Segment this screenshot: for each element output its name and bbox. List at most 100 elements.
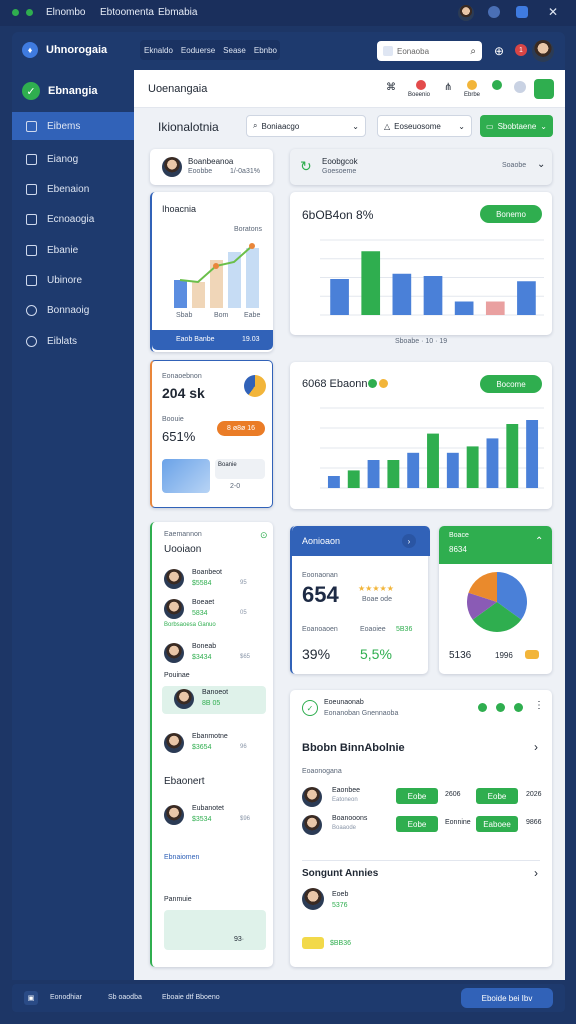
table-row[interactable]: Boanooons Boaaode Eobe Eonnine Eaboee 98… [290,812,552,838]
chart-bar[interactable] [387,460,400,488]
chevron-down-icon[interactable]: ⌄ [537,159,545,170]
bulb-icon[interactable] [467,80,477,90]
list-item-name: Boneab [192,643,217,650]
chart-bar[interactable] [506,424,519,488]
row-pill[interactable]: Eobe [396,788,438,804]
sidebar-item[interactable]: Eiblats [12,327,134,355]
chart-bar[interactable] [526,420,539,488]
alert-icon[interactable] [416,80,426,90]
row-pill[interactable]: Eobe [476,788,518,804]
list-item[interactable]: Ebanmotne $3654 96 [152,730,273,758]
nav-item[interactable]: Eknaldo [144,46,173,55]
globe-icon[interactable]: ⊕ [494,44,504,58]
window-dot-icon[interactable] [26,9,33,16]
sidebar-item[interactable]: Eianog [12,145,134,173]
profile-icon[interactable] [514,81,526,93]
nav-item[interactable]: Eoduerse [181,46,215,55]
sidebar-item[interactable]: Ebanie [12,236,134,264]
chevron-right-icon[interactable]: › [534,866,538,880]
user-tile-icon[interactable] [534,79,554,99]
chart-bar[interactable] [446,452,459,488]
chart-bar[interactable] [347,470,360,488]
chevron-right-icon[interactable]: › [534,740,538,754]
list-item[interactable]: Boeaet 5834 05 [152,596,273,624]
chart-bar[interactable] [327,476,340,488]
chart-bar[interactable] [485,301,505,316]
terminal-icon[interactable]: ▣ [24,991,38,1005]
settings-icon[interactable] [488,6,500,18]
row-col: 2606 [445,791,461,798]
table-row[interactable]: Eaonbee Eatoneon Eobe 2606 Eobe 2026 [290,784,552,810]
chart-bar[interactable] [486,438,499,488]
sidebar-item[interactable]: Ebenaion [12,175,134,203]
pie-card-sub: 8634 [449,545,467,554]
nav-item[interactable]: Ebnbo [254,46,277,55]
status-dot-icon[interactable] [514,703,523,712]
summary-bar[interactable]: ↻ Eoobgcok Goesoeme Soaobe ⌄ [290,149,552,185]
app-logo-icon: ♦ [22,42,38,58]
user-card[interactable]: Boanbeanoa Eoobbe 1/-0a31% [150,149,273,185]
os-menu-item[interactable]: Ebmabia [158,7,197,18]
list-item[interactable]: Banoeot 8B 05 [162,686,266,714]
bar-chart-plot [320,407,544,489]
chart-bar[interactable] [423,276,443,315]
chart-bar[interactable] [517,281,536,315]
os-menu-item[interactable]: Elnombo [46,7,85,18]
chart-bar[interactable] [330,279,349,315]
avatar [174,689,194,709]
filter-select-value: Eoseuosome [394,121,441,131]
mini-card[interactable]: 93· [164,910,266,950]
bookmark-icon[interactable]: ⌘ [386,82,396,93]
list-item-name: Banoeot [202,689,229,696]
chart-bar[interactable] [407,452,420,488]
more-icon[interactable]: ⋮ [534,700,544,711]
app-name: Uhnorogaia [46,44,108,56]
search-box[interactable]: Eonaoba ⌕ [377,41,482,61]
row-pill[interactable]: Eobe [396,816,438,832]
action-button[interactable]: ▭ Sbobtaene ⌄ [480,115,553,137]
chart-bar[interactable] [367,460,380,488]
status-icon[interactable] [492,80,502,90]
chart-action-button[interactable]: Bocome [480,375,542,393]
notification-badge[interactable]: 1 [515,44,527,56]
share-icon[interactable]: ⋔ [444,82,452,93]
chart-bar[interactable] [361,251,381,315]
document-icon [26,183,37,195]
window-dot-icon[interactable] [12,9,19,16]
sidebar-item[interactable]: Ecnoaogia [12,205,134,233]
nav-item[interactable]: Sease [223,46,246,55]
footer-button[interactable]: Eboide bei Ibv [461,988,553,1008]
stat-pill[interactable]: 8 ø8ø 16 [217,421,265,436]
chevron-right-icon[interactable]: › [402,534,416,548]
chart-bar[interactable] [454,301,474,316]
chart-bar[interactable] [427,433,439,488]
chart-bar[interactable] [466,446,479,488]
avatar [164,599,184,619]
os-menu-item[interactable]: Ebtoomenta [100,7,154,18]
search-icon[interactable]: ⌕ [470,46,476,57]
chevron-up-icon[interactable]: ⌃ [535,536,543,547]
filter-select[interactable]: △ Eoseuosome ⌄ [377,115,472,137]
sidebar-item[interactable]: Ubinore [12,266,134,294]
status-dot-icon[interactable] [478,703,487,712]
folder-icon [26,213,37,225]
list-item[interactable]: Boneab $3434 $65 [152,640,273,668]
list-item[interactable]: Boanbeot $5584 95 [152,566,273,594]
sidebar-item[interactable]: Eibems [12,112,134,140]
chart-bar[interactable] [392,273,412,315]
chart-action-button[interactable]: Bonemo [480,205,542,223]
search-input[interactable]: Eonaoba [397,47,470,56]
sidebar-item[interactable]: Bonnaoig [12,296,134,324]
people-list-panel: Eaemannon ⊙ Uooiaon Boanbeot $5584 95 Bo… [150,522,273,967]
filter-select[interactable]: ⌕ Boniaacgo ⌄ [246,115,366,137]
avatar[interactable] [302,888,324,910]
user-avatar[interactable] [532,40,554,62]
list-item[interactable]: Eubanotet $3534 $96 [152,802,273,830]
close-icon[interactable]: ✕ [548,5,558,19]
status-dot-icon[interactable] [496,703,505,712]
chat-icon[interactable] [516,6,528,18]
row-pill[interactable]: Eaboee [476,816,518,832]
check-circle-icon[interactable]: ⊙ [260,530,268,541]
avatar[interactable] [458,5,474,21]
list-item-value: 5834 [192,610,208,617]
